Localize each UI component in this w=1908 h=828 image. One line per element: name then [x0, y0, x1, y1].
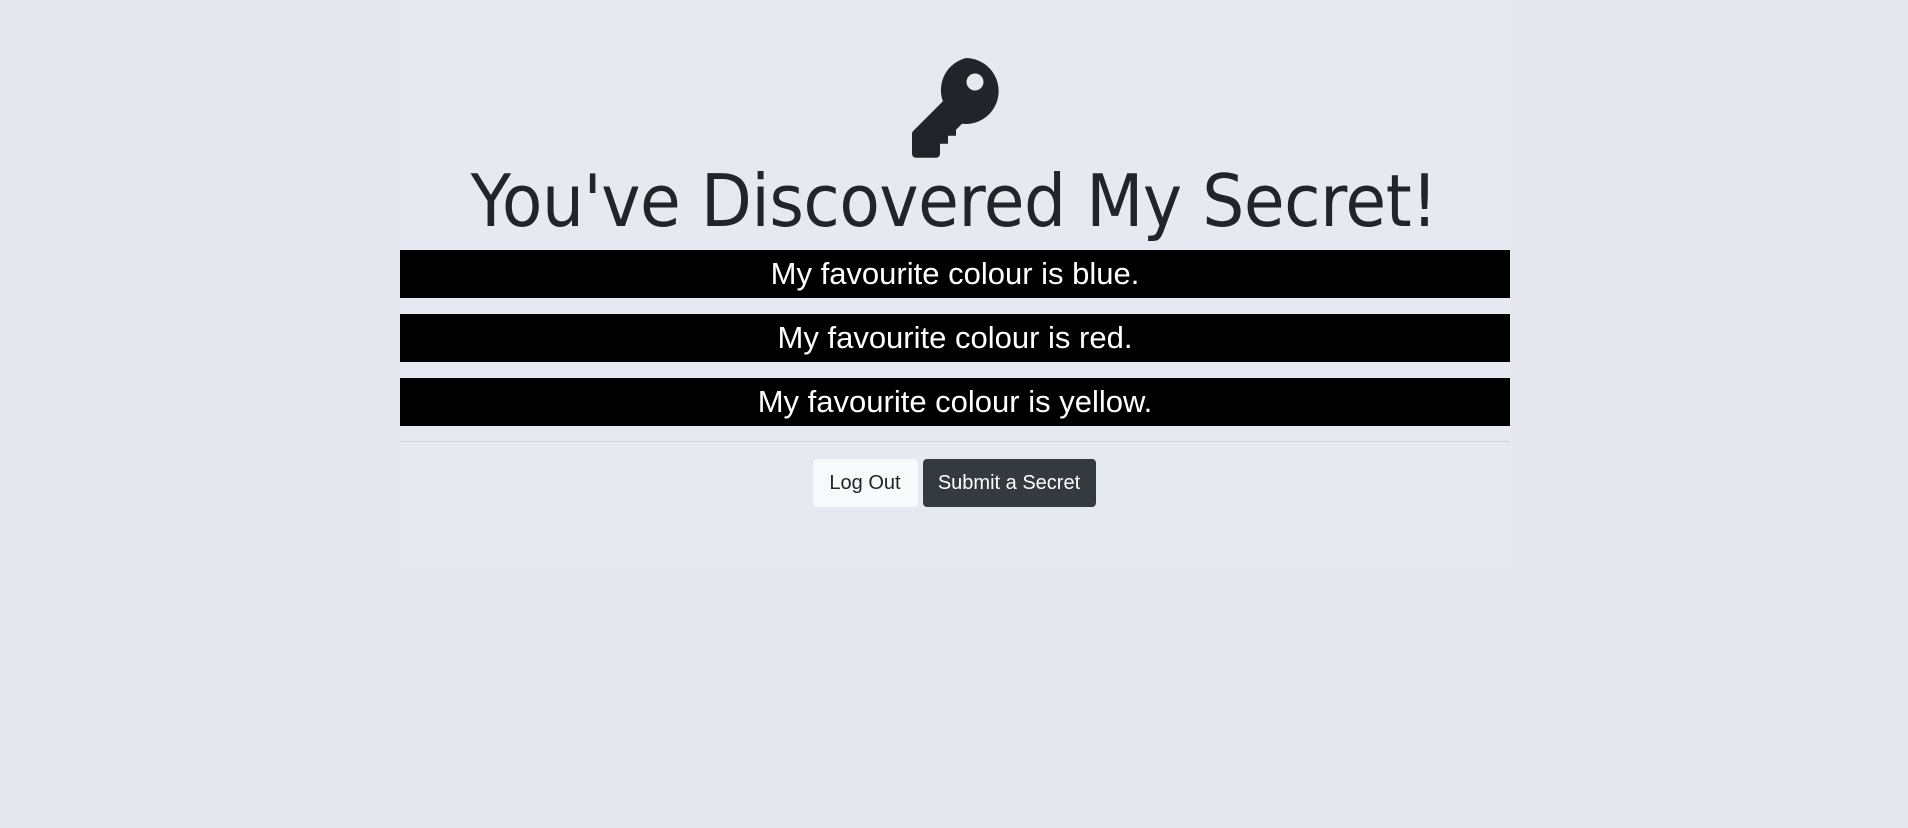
page-title: You've Discovered My Secret! — [470, 159, 1438, 243]
secret-item: My favourite colour is red. — [400, 314, 1510, 362]
action-buttons: Log Out Submit a Secret — [0, 459, 1908, 507]
secrets-list: My favourite colour is blue. My favourit… — [400, 250, 1510, 442]
secret-item: My favourite colour is yellow. — [400, 378, 1510, 426]
secret-item: My favourite colour is blue. — [400, 250, 1510, 298]
divider — [400, 441, 1510, 442]
logout-button[interactable]: Log Out — [812, 459, 918, 507]
submit-secret-button[interactable]: Submit a Secret — [922, 459, 1096, 507]
page: You've Discovered My Secret! My favourit… — [0, 0, 1908, 828]
key-icon — [912, 58, 999, 158]
